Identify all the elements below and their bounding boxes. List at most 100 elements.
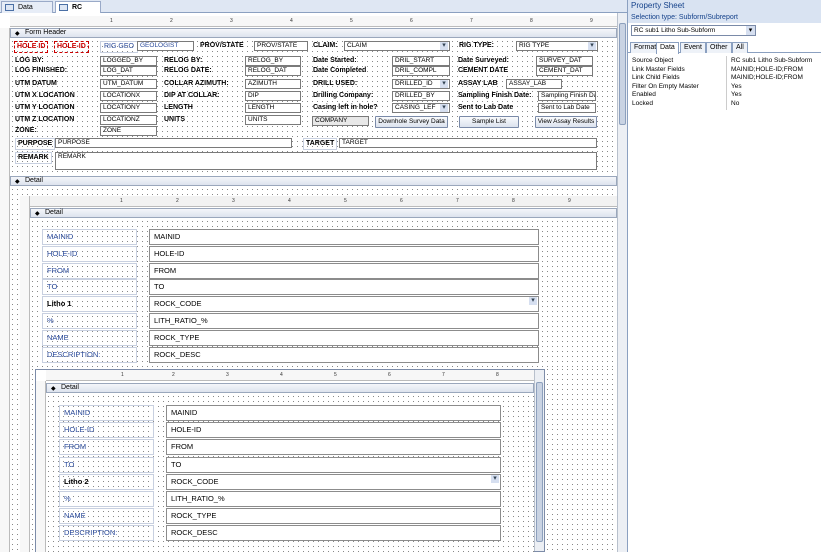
remark-field[interactable]: REMARK (55, 152, 597, 170)
date-completed-field[interactable]: DRIL_COMPL (392, 66, 450, 76)
subform2-controls: MAINID MAINID HOLE-ID HOLE-ID FROM FROM TO TO Li… (59, 405, 539, 552)
subform-field-value[interactable]: TO (166, 456, 501, 473)
subform-field-value[interactable]: ROCK_DESC (166, 525, 501, 542)
object-selector[interactable]: RC sub1 Litho Sub-Subform ▾ (631, 25, 756, 36)
tab-other[interactable]: Other (706, 42, 732, 53)
subform-field-label: TO (42, 279, 137, 296)
property-value[interactable]: RC sub1 Litho Sub-Subform (731, 57, 821, 65)
dip-field[interactable]: DIP (245, 91, 301, 101)
property-row[interactable]: Filter On Empty Master Yes (630, 83, 821, 91)
property-value[interactable]: No (731, 100, 821, 108)
property-row[interactable]: Source Object RC sub1 Litho Sub-Subform (630, 57, 821, 65)
utm-datum-field[interactable]: UTM_DATUM (100, 79, 157, 89)
relog-by-field[interactable]: RELOG_BY (245, 56, 301, 66)
detail-band[interactable]: ◆ Detail (10, 176, 617, 186)
tab-all[interactable]: All (732, 42, 748, 53)
subform-field-value[interactable]: HOLE-ID (149, 245, 539, 262)
length-field[interactable]: LENGTH (245, 103, 301, 113)
date-surveyed-field[interactable]: SURVEY_DAT (536, 56, 593, 66)
section-arrow-icon: ◆ (15, 179, 20, 185)
subform-field-value[interactable]: MAINID (166, 405, 501, 421)
subform-field-value[interactable]: MAINID (149, 229, 539, 245)
subform-field-value[interactable]: LITH_RATIO_% (166, 491, 501, 507)
casing-label: Casing left in hole? (313, 104, 378, 111)
form-header-band[interactable]: ◆ Form Header (10, 28, 617, 38)
document-tabs: Data Entry RC Log (0, 0, 627, 23)
subform-field-value[interactable]: HOLE-ID (166, 422, 501, 439)
subform2-ruler: 12345678 (46, 370, 544, 381)
utm-z-field[interactable]: LOCATIONZ (100, 115, 157, 125)
form-icon (59, 4, 68, 11)
subform-field-value[interactable]: FROM (149, 262, 539, 279)
rig-type-combo[interactable]: RIG TYPE (516, 41, 598, 51)
hole-id-field[interactable]: HOLE-ID (54, 41, 89, 53)
sampling-finish-field[interactable]: Sampling Finish Dat (538, 91, 596, 101)
subform-field-value[interactable]: TO (149, 279, 539, 296)
property-key: Filter On Empty Master (632, 82, 699, 90)
tab-data-entry[interactable]: Data Entry (1, 1, 53, 23)
sent-to-lab-label: Sent to Lab Date (458, 104, 514, 111)
utm-x-label: UTM X LOCATION (15, 92, 75, 99)
utm-y-field[interactable]: LOCATIONY (100, 103, 157, 113)
property-row[interactable]: Locked No (630, 100, 821, 108)
claim-combo[interactable]: CLAIM (344, 41, 450, 51)
property-row[interactable]: Link Child Fields MAINID;HOLE-ID;FROM (630, 74, 821, 82)
rock-code-combo[interactable]: ROCK_CODE (149, 296, 539, 313)
subform-field-label: % (42, 313, 137, 329)
property-value[interactable]: MAINID;HOLE-ID;FROM (731, 74, 821, 82)
rig-geo-field[interactable]: GEOLOGIST (137, 41, 194, 51)
assay-lab-field[interactable]: ASSAY_LAB (506, 79, 562, 89)
prov-state-label: PROV/STATE (200, 42, 244, 49)
length-label: LENGTH (164, 104, 193, 111)
company-field[interactable]: COMPANY (312, 116, 369, 126)
drill-used-combo[interactable]: DRILLED_ID (392, 79, 450, 89)
view-assay-results-button[interactable]: View Assay Results (535, 116, 597, 128)
azimuth-field[interactable]: AZIMUTH (245, 79, 301, 89)
downhole-survey-button[interactable]: Downhole Survey Data (375, 116, 448, 128)
purpose-field[interactable]: PURPOSE (55, 138, 292, 148)
subform2-detail-band[interactable]: ◆ Detail (46, 383, 534, 393)
prov-state-field[interactable]: PROV/STATE (254, 41, 308, 51)
sent-to-lab-field[interactable]: Sent to Lab Date (538, 103, 596, 113)
relog-by-label: RELOG BY: (164, 57, 203, 64)
tab-rc-log[interactable]: RC Log (55, 1, 101, 23)
date-started-field[interactable]: DRIL_START (392, 56, 450, 66)
log-finished-field[interactable]: LOG_DAT (100, 66, 157, 76)
drilling-company-field[interactable]: DRILLED_BY (392, 91, 450, 101)
log-by-field[interactable]: LOGGED_BY (100, 56, 157, 66)
property-row[interactable]: Enabled Yes (630, 91, 821, 99)
tab-data[interactable]: Data (656, 42, 679, 54)
subform-row: FROM FROM (42, 262, 547, 279)
subform-field-value[interactable]: ROCK_DESC (149, 346, 539, 363)
subform-field-value[interactable]: ROCK_TYPE (166, 508, 501, 525)
subform-row: TO TO (42, 279, 547, 296)
property-value[interactable]: Yes (731, 83, 821, 91)
main-scrollbar[interactable] (617, 13, 627, 552)
scroll-thumb[interactable] (536, 382, 543, 542)
relog-date-field[interactable]: RELOG_DAT (245, 66, 301, 76)
property-row[interactable]: Link Master Fields MAINID;HOLE-ID;FROM (630, 66, 821, 74)
subform1-detail-band[interactable]: ◆ Detail (30, 208, 617, 218)
subform-field-value[interactable]: LITH_RATIO_% (149, 313, 539, 329)
sample-list-button[interactable]: Sample List (459, 116, 519, 128)
casing-combo[interactable]: CASING_LEF (392, 103, 450, 113)
date-completed-label: Date Completed (313, 67, 367, 74)
subform-field-value[interactable]: FROM (166, 439, 501, 456)
cement-date-label: CEMENT DATE (458, 67, 509, 74)
units-field[interactable]: UNITS (245, 115, 301, 125)
utm-x-field[interactable]: LOCATIONX (100, 91, 157, 101)
rock-code-combo[interactable]: ROCK_CODE (166, 473, 501, 490)
property-value[interactable]: Yes (731, 91, 821, 99)
subform2-scrollbar[interactable] (534, 370, 544, 551)
tab-event[interactable]: Event (680, 42, 706, 53)
property-sheet-title: Property Sheet (628, 0, 821, 12)
scroll-thumb[interactable] (619, 23, 626, 125)
property-value[interactable]: MAINID;HOLE-ID;FROM (731, 66, 821, 74)
chevron-down-icon[interactable]: ▾ (746, 26, 755, 35)
cement-date-field[interactable]: CEMENT_DAT (536, 66, 593, 76)
subform2-container[interactable]: 12345678 ◆ Detail MAINID MAINID HOLE-ID HOLE… (35, 369, 545, 552)
subform-field-value[interactable]: ROCK_TYPE (149, 329, 539, 346)
subform-row: NAME ROCK_TYPE (42, 329, 547, 346)
zone-field[interactable]: ZONE (100, 126, 157, 136)
target-field[interactable]: TARGET (339, 138, 597, 148)
